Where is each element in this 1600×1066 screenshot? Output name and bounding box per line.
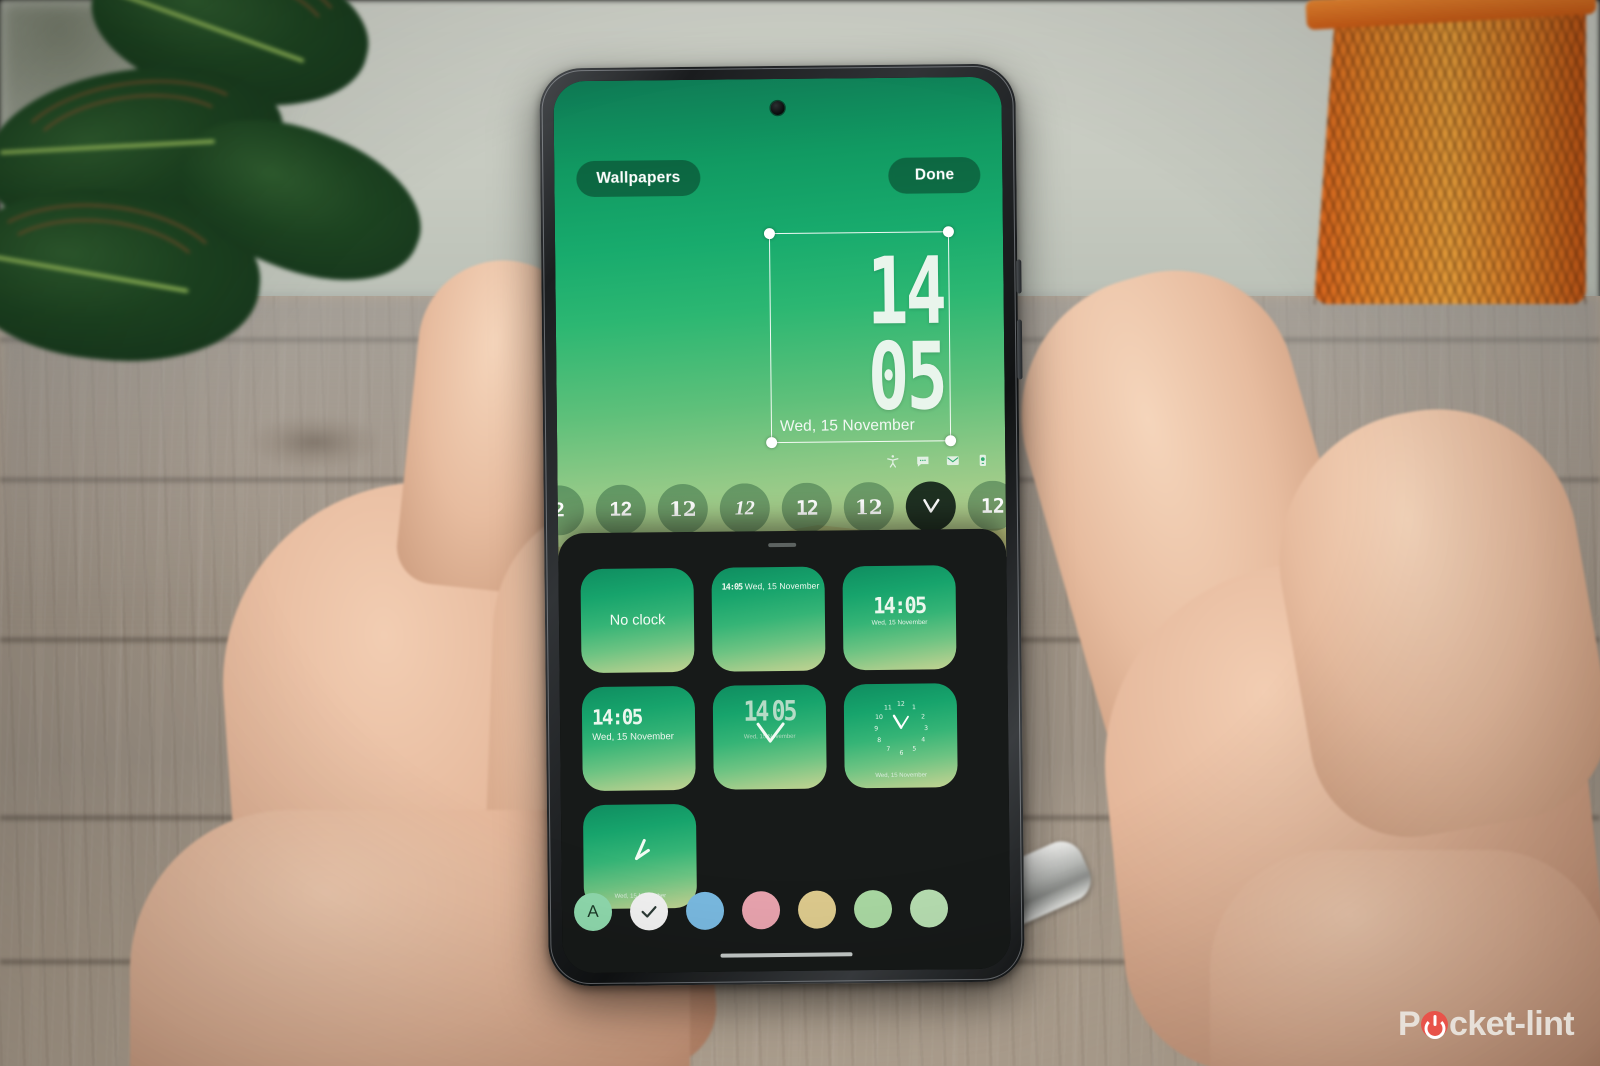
font-chip-1[interactable]: 12 [595,484,647,535]
clock-tile-date: Wed, 15 November [744,580,820,592]
color-swatch-blue[interactable] [685,891,725,931]
clock-tile-date: Wed, 15 November [592,731,674,743]
svg-text:10: 10 [875,714,883,721]
resize-handle-bottom-right[interactable] [945,435,957,447]
clock-tile-date: Wed, 15 November [871,618,928,627]
done-button[interactable]: Done [888,156,981,194]
color-swatch-tan[interactable] [797,890,837,929]
font-chip-2[interactable]: 12 [657,483,709,535]
color-swatch-white-selected[interactable] [629,892,669,931]
font-chip-label: 12 [795,495,818,520]
clock-minutes: 05 [867,321,947,431]
clock-tile-center-digital[interactable]: 14:05 Wed, 15 November [842,565,957,671]
clock-tile-date: Wed, 15 November [875,772,927,780]
svg-text:5: 5 [912,745,916,752]
clock-font-style-row[interactable]: 2 12 12 12 12 12 12 [557,480,1007,536]
color-swatch-green-2[interactable] [909,889,949,928]
font-chip-label: 12 [609,498,633,521]
color-swatch-green[interactable] [853,889,893,929]
font-chip-5[interactable]: 12 [843,481,895,533]
auto-color-label: A [587,901,599,922]
smartphone: Wallpapers Done 14 05 Wed, 15 November 2… [539,63,1025,987]
clock-tile-inline-small[interactable]: 14:05 Wed, 15 November [711,566,826,672]
wallpapers-button[interactable]: Wallpapers [576,159,701,198]
sheet-grabber[interactable] [768,542,797,547]
font-chip-label: 12 [668,496,697,522]
volume-button[interactable] [1016,319,1023,380]
clock-hands-icon [756,722,785,743]
phone-screen[interactable]: Wallpapers Done 14 05 Wed, 15 November 2… [553,76,1011,974]
svg-text:3: 3 [924,725,928,732]
clock-tile-time: 14:05 [721,582,743,593]
svg-text:11: 11 [883,704,891,711]
watermark-text-before: P [1397,1005,1421,1043]
svg-text:4: 4 [921,736,925,743]
svg-text:12: 12 [896,700,904,707]
font-chip-0[interactable]: 2 [557,485,585,536]
svg-text:9: 9 [874,725,878,732]
device-icon[interactable] [974,453,991,468]
clock-tile-center: 14:05 Wed, 15 November [843,591,956,627]
clock-hands-icon [923,498,940,513]
clock-tile-topleft: 14:05 Wed, 15 November [591,705,674,743]
watermark-text-after: cket-lint [1449,1005,1575,1043]
font-chip-label: 2 [557,498,565,521]
power-icon [1421,1011,1449,1038]
mail-icon[interactable] [944,453,961,468]
clock-tile-stacked-hands[interactable]: 14 05 Wed, 15 November [712,684,827,790]
clock-tile-label: No clock [609,612,666,629]
svg-text:8: 8 [877,737,881,744]
lockscreen-clock: 14 05 [867,236,947,431]
top-action-bar: Wallpapers Done [554,156,1002,198]
photo-scene: Wallpapers Done 14 05 Wed, 15 November 2… [0,0,1600,1066]
color-swatch-pink[interactable] [741,891,781,930]
svg-text:7: 7 [886,746,890,753]
svg-text:1: 1 [911,704,915,711]
resize-handle-top-right[interactable] [942,226,954,238]
check-icon [641,906,657,918]
power-button[interactable] [1016,259,1022,294]
resize-handle-top-left[interactable] [763,228,776,240]
pocket-lint-watermark: P cket-lint [1397,1005,1575,1044]
lockscreen-date: Wed, 15 November [779,416,915,436]
right-hand [960,230,1600,1066]
font-chip-label: 12 [854,494,883,520]
color-swatch-row[interactable]: A [573,889,949,932]
clock-tile-time: 14:05 [873,591,926,619]
svg-text:6: 6 [899,749,903,756]
front-camera-icon [770,100,785,116]
clock-tile-no-clock[interactable]: No clock [580,567,695,674]
color-swatch-auto[interactable]: A [573,892,613,932]
font-chip-3[interactable]: 12 [719,483,771,534]
accessibility-icon[interactable] [884,454,901,469]
clock-tile-time: 14:05 [591,705,642,731]
font-chip-label: 12 [734,496,755,519]
clock-hands-icon [634,838,650,860]
lockscreen-shortcuts [884,453,991,469]
font-chip-4[interactable]: 12 [781,482,833,533]
resize-handle-bottom-left[interactable] [766,437,778,449]
font-chip-label: 12 [980,493,1005,518]
gesture-nav-pill[interactable] [720,951,853,958]
font-chip-7[interactable]: 12 [967,480,1007,532]
font-chip-6-selected[interactable] [905,481,957,532]
clock-tile-topleft-digital[interactable]: 14:05 Wed, 15 November [581,685,696,792]
clock-style-grid: No clock 14:05 Wed, 15 November 14:05 We… [580,565,959,910]
clock-style-sheet: No clock 14:05 Wed, 15 November 14:05 We… [558,528,1011,974]
message-icon[interactable] [914,453,931,468]
clock-tile-inline-text: 14:05 Wed, 15 November [721,580,820,593]
clock-tile-analog[interactable]: 12 1 2 3 45 6 78 9 10 11 Wed, 15 November [843,683,958,789]
clock-widget-selection[interactable]: 14 05 Wed, 15 November [763,226,957,449]
analog-clock-icon: 12 12 3 45 6 78 9 1011 [874,700,928,756]
svg-text:2: 2 [921,713,925,720]
